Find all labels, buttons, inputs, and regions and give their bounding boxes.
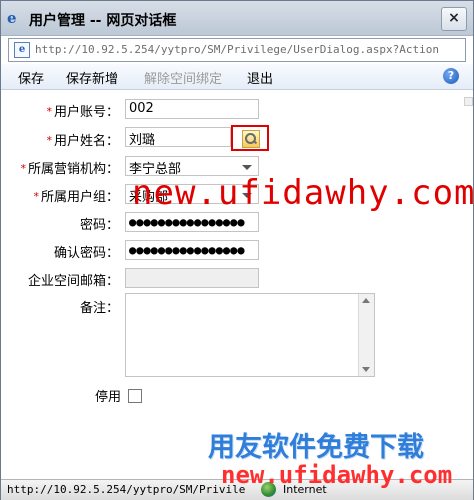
org-label-text: 所属营销机构： — [27, 162, 119, 177]
watermark-bottom-cn: 用友软件免费下载 — [208, 432, 424, 463]
remark-textarea[interactable] — [125, 293, 375, 377]
password-input[interactable]: ●●●●●●●●●●●●●●●● — [125, 212, 259, 232]
confirm-password-input[interactable]: ●●●●●●●●●●●●●●●● — [125, 240, 259, 260]
page-icon: e — [14, 42, 30, 58]
group-label: * 所属用户组： — [21, 186, 119, 205]
textarea-scrollbar[interactable] — [358, 294, 374, 376]
close-button[interactable]: × — [441, 7, 467, 31]
help-icon[interactable]: ? — [443, 68, 459, 84]
save-button[interactable]: 保存 — [18, 68, 44, 87]
required-marker: * — [20, 162, 26, 175]
disabled-checkbox[interactable] — [128, 389, 142, 403]
user-search-button[interactable] — [231, 125, 269, 151]
scrollbar-up-arrow[interactable] — [464, 97, 473, 106]
unbind-space-button[interactable]: 解除空间绑定 — [144, 68, 222, 87]
watermark-bottom-url: new.ufidawhy.com — [221, 461, 453, 489]
required-marker: * — [33, 190, 39, 203]
org-label: * 所属营销机构： — [5, 158, 119, 177]
confirm-password-label: 确认密码： — [53, 246, 119, 261]
toolbar: 保存 保存新增 解除空间绑定 退出 ? — [1, 64, 473, 90]
account-label-text: 用户账号： — [53, 105, 119, 120]
ie-logo-icon: e — [7, 9, 17, 27]
account-input[interactable]: 002 — [125, 99, 259, 119]
name-label: * 用户姓名： — [35, 130, 119, 149]
address-bar[interactable]: e http://10.92.5.254/yytpro/SM/Privilege… — [8, 38, 466, 62]
window-title: 用户管理 -- 网页对话框 — [29, 13, 177, 29]
title-bar: e 用户管理 -- 网页对话框 × — [1, 1, 473, 36]
address-text: http://10.92.5.254/yytpro/SM/Privilege/U… — [35, 43, 439, 56]
required-marker: * — [46, 134, 52, 147]
email-input — [125, 268, 259, 288]
name-label-text: 用户姓名： — [53, 134, 119, 149]
remark-label: 备注： — [79, 301, 119, 316]
disabled-label: 停用 — [94, 390, 121, 405]
scroll-up-icon[interactable] — [362, 298, 370, 303]
password-label: 密码： — [79, 218, 119, 233]
account-label: * 用户账号： — [35, 101, 119, 120]
group-label-text: 所属用户组： — [40, 190, 119, 205]
watermark-top: new.ufidawhy.com — [132, 173, 474, 213]
email-label: 企业空间邮箱： — [27, 274, 119, 289]
required-marker: * — [46, 105, 52, 118]
exit-button[interactable]: 退出 — [247, 68, 273, 87]
dialog-window: e 用户管理 -- 网页对话框 × e http://10.92.5.254/y… — [0, 0, 474, 500]
scroll-down-icon[interactable] — [362, 367, 370, 372]
name-input[interactable]: 刘璐 — [125, 127, 231, 148]
chevron-down-icon[interactable] — [242, 165, 252, 170]
save-new-button[interactable]: 保存新增 — [66, 68, 118, 87]
search-icon — [242, 130, 260, 148]
status-url: http://10.92.5.254/yytpro/SM/Privile — [7, 483, 246, 496]
